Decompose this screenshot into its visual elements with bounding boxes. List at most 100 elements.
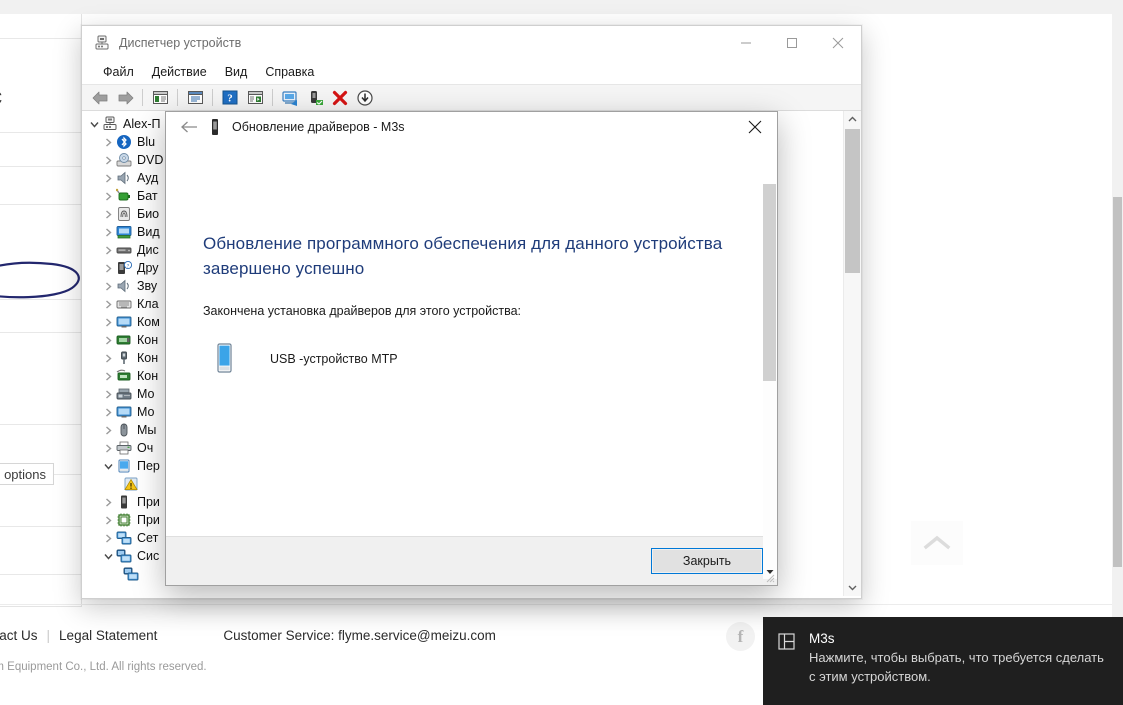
network-adapter-icon [116,530,132,546]
options-button[interactable]: options [0,463,54,485]
toolbar-enable-device-button[interactable] [303,87,327,109]
menu-file[interactable]: Файл [94,62,143,82]
tutorial-article-column: ование чего-то на вашем телефоне ие драй… [0,14,82,607]
browser-scrollbar[interactable] [1112,0,1123,705]
toolbar-properties-button[interactable] [148,87,172,109]
resize-grip-icon[interactable] [763,571,775,583]
device-manager-title: Диспетчер устройств [119,35,242,50]
scroll-up-button[interactable] [844,111,861,128]
toast-message: Нажмите, чтобы выбрать, что требуется сд… [809,650,1104,684]
mouse-icon [116,422,132,438]
disk-drive-icon [116,242,132,258]
other-device-icon: ? [116,260,133,276]
dialog-heading: Обновление программного обеспечения для … [203,234,723,278]
tree-label: Зву [137,279,158,293]
tree-label: Кон [137,333,159,347]
keyboard-icon [116,296,132,312]
tree-label: Оч [137,441,154,455]
tree-label: При [137,513,160,527]
show-list-icon [187,91,203,104]
chevron-right-icon[interactable] [101,529,116,547]
footer-legal-link[interactable]: Legal Statement [59,628,157,643]
chevron-right-icon[interactable] [101,187,116,205]
toolbar-help-button[interactable]: ? [218,87,242,109]
scroll-to-top-button[interactable] [911,521,963,565]
close-window-button[interactable] [815,26,861,59]
chevron-right-icon[interactable] [101,421,116,439]
chevron-right-icon[interactable] [101,313,116,331]
tree-label: Мы [137,423,157,437]
device-manager-scrollbar[interactable] [843,111,861,596]
tree-label: Бат [137,189,158,203]
maximize-icon [787,37,797,48]
device-manager-titlebar[interactable]: Диспетчер устройств [82,26,861,59]
chevron-down-icon[interactable] [101,457,116,475]
dialog-scrollbar[interactable] [763,184,777,579]
toolbar-back-button[interactable] [88,87,112,109]
autoplay-notification-toast[interactable]: M3s Нажмите, чтобы выбрать, что требуетс… [763,617,1123,705]
dvd-drive-icon [116,152,132,168]
chevron-right-icon[interactable] [101,277,116,295]
toolbar-separator [272,89,273,106]
chevron-down-icon[interactable] [101,547,116,565]
chevron-right-icon[interactable] [101,403,116,421]
browser-scrollbar-thumb[interactable] [1113,197,1122,567]
chevron-right-icon[interactable] [101,169,116,187]
scroll-down-button[interactable] [844,579,861,596]
warning-device-icon [123,476,139,492]
footer-contact-link[interactable]: ntact Us [0,628,38,643]
footer-separator: | [46,628,51,643]
facebook-icon[interactable]: f [726,622,755,651]
chevron-right-icon[interactable] [101,367,116,385]
chevron-down-icon[interactable] [87,115,102,133]
toolbar-update-driver-button[interactable] [278,87,302,109]
monitor-icon [116,314,132,330]
system-device-icon [116,548,132,564]
tree-label: Alex-П [123,117,161,131]
dialog-nav: Обновление драйверов - M3s [166,112,777,142]
menu-view[interactable]: Вид [216,62,257,82]
chevron-right-icon[interactable] [101,349,116,367]
chevron-right-icon[interactable] [101,439,116,457]
dialog-content: Обновление программного обеспечения для … [166,146,777,579]
close-icon [748,120,761,134]
chevron-right-icon[interactable] [101,223,116,241]
audio-icon [116,170,132,186]
device-manager-scrollbar-thumb[interactable] [845,129,860,273]
chevron-right-icon[interactable] [101,493,116,511]
installed-device-name: USB -устройство MTP [270,352,398,366]
tree-label: Кла [137,297,159,311]
biometric-icon [116,206,132,222]
tree-label: Мо [137,387,155,401]
chevron-right-icon[interactable] [101,241,116,259]
chevron-right-icon[interactable] [101,295,116,313]
update-driver-icon [281,90,297,106]
minimize-button[interactable] [723,26,769,59]
chevron-right-icon[interactable] [101,511,116,529]
chevron-right-icon[interactable] [101,259,116,277]
toolbar-install-legacy-button[interactable] [353,87,377,109]
chevron-right-icon[interactable] [101,205,116,223]
menu-help[interactable]: Справка [256,62,323,82]
dialog-back-button[interactable] [175,113,203,141]
page-top-band [0,0,1123,14]
back-arrow-icon [92,91,107,104]
minimize-icon [741,42,751,43]
chevron-right-icon[interactable] [101,151,116,169]
toolbar-show-list-button[interactable] [183,87,207,109]
toolbar-uninstall-device-button[interactable] [328,87,352,109]
chevron-right-icon[interactable] [101,385,116,403]
toolbar-forward-button[interactable] [113,87,137,109]
maximize-button[interactable] [769,26,815,59]
dialog-scrollbar-thumb[interactable] [763,184,776,381]
tree-label: Дис [137,243,159,257]
tree-label: Пер [137,459,160,473]
chevron-right-icon[interactable] [101,331,116,349]
dialog-close-button[interactable] [732,112,777,142]
chevron-up-icon [923,535,951,550]
chevron-right-icon[interactable] [101,133,116,151]
close-button[interactable]: Закрыть [651,548,763,574]
toolbar-scan-hardware-button[interactable] [243,87,267,109]
bluetooth-icon [116,134,132,150]
menu-action[interactable]: Действие [143,62,216,82]
